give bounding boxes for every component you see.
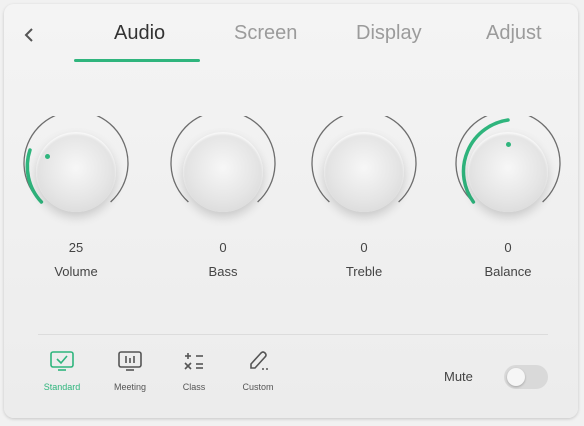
volume-indicator-dot: [45, 154, 50, 159]
treble-label: Treble: [345, 264, 383, 279]
mode-custom-label: Custom: [242, 382, 274, 392]
balance-knob[interactable]: [452, 116, 564, 228]
meeting-icon: [118, 351, 142, 371]
check-screen-icon: [50, 351, 74, 371]
mode-custom[interactable]: Custom: [230, 348, 286, 392]
math-icon: [184, 353, 203, 370]
treble-knob-face[interactable]: [324, 132, 404, 212]
treble-knob[interactable]: [308, 116, 420, 228]
bass-value: 0: [219, 240, 227, 255]
mode-meeting[interactable]: Meeting: [102, 348, 158, 392]
mute-toggle[interactable]: [504, 365, 548, 389]
mode-standard[interactable]: Standard: [34, 348, 90, 392]
bass-label: Bass: [208, 264, 238, 279]
volume-knob[interactable]: [20, 116, 132, 228]
volume-label: Volume: [54, 264, 98, 279]
volume-value: 25: [68, 240, 84, 255]
mode-meeting-label: Meeting: [113, 382, 147, 392]
tab-bar: Audio Screen Display Adjust: [4, 4, 578, 64]
active-tab-indicator: [74, 59, 200, 62]
tab-audio[interactable]: Audio: [114, 22, 165, 45]
pen-icon: [250, 351, 269, 370]
treble-value: 0: [360, 240, 368, 255]
mode-class[interactable]: Class: [166, 348, 222, 392]
mute-toggle-thumb: [507, 368, 525, 386]
tab-adjust[interactable]: Adjust: [486, 22, 542, 45]
tab-display[interactable]: Display: [356, 22, 422, 45]
bass-knob[interactable]: [167, 116, 279, 228]
mode-standard-label: Standard: [43, 382, 81, 392]
balance-value: 0: [504, 240, 512, 255]
balance-indicator-dot: [506, 142, 511, 147]
divider: [38, 334, 548, 335]
audio-settings-panel: Audio Screen Display Adjust 25 Volume 0 …: [4, 4, 578, 418]
mode-class-label: Class: [182, 382, 206, 392]
mute-label: Mute: [444, 369, 473, 384]
tab-screen[interactable]: Screen: [234, 22, 297, 45]
balance-label: Balance: [484, 264, 532, 279]
bass-knob-face[interactable]: [183, 132, 263, 212]
volume-knob-face[interactable]: [36, 132, 116, 212]
